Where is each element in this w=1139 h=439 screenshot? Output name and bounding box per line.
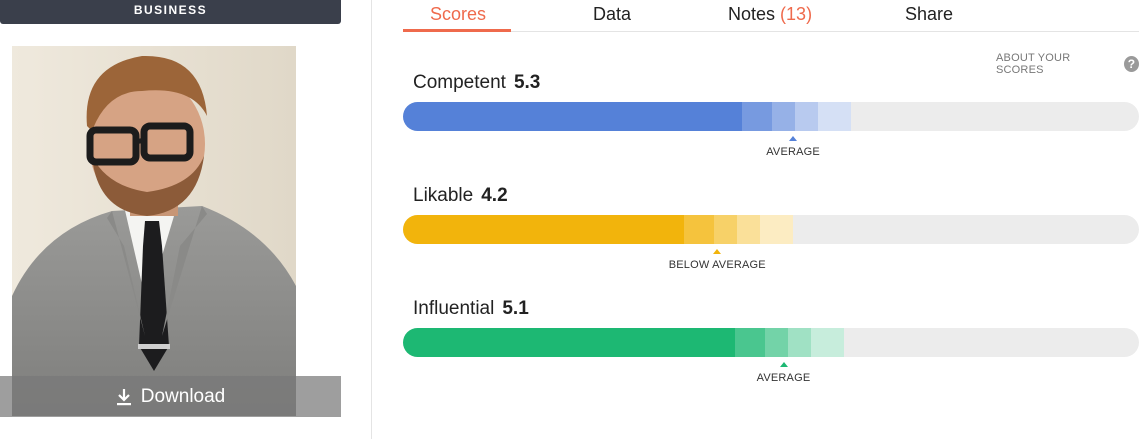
profile-panel: BUSINESS Download [0, 0, 372, 439]
tab-share-label: Share [905, 4, 954, 24]
active-tab-indicator [403, 29, 511, 32]
tab-share[interactable]: Share [905, 4, 953, 32]
score-bar-range-segment [737, 215, 761, 244]
score-bar-range-segment [771, 102, 795, 131]
average-marker [713, 249, 722, 254]
tab-bar: Scores Data Notes (13) Share [403, 0, 1139, 32]
score-value: 4.2 [481, 185, 508, 206]
score-bar-range-segment [760, 215, 794, 244]
score-value: 5.3 [513, 72, 541, 93]
profile-photo [12, 46, 296, 416]
score-bar-range-segment [764, 328, 788, 357]
download-icon [116, 388, 132, 406]
score-bar-range-segment [794, 102, 818, 131]
score-value: 5.1 [502, 298, 529, 319]
score-bar-range-segment [734, 328, 765, 357]
average-marker [789, 136, 798, 141]
average-marker-label: AVERAGE [766, 146, 820, 158]
tab-data[interactable]: Data [593, 4, 631, 32]
score-title: Influential 5.1 [413, 298, 529, 320]
average-marker [779, 362, 788, 367]
score-bar-fill [403, 215, 685, 244]
score-title: Likable 4.2 [413, 185, 508, 207]
average-marker-label: AVERAGE [756, 372, 811, 384]
score-bar-range-segment [684, 215, 715, 244]
tab-scores-label: Scores [430, 4, 487, 24]
score-name: Likable [413, 185, 474, 206]
score-bar-range-segment [714, 215, 738, 244]
help-icon: ? [1124, 56, 1139, 72]
score-bar-range-segment [817, 102, 851, 131]
download-button[interactable]: Download [0, 376, 341, 417]
score-bar-range-segment [810, 328, 844, 357]
notes-count-badge: (13) [780, 4, 813, 24]
tab-scores[interactable]: Scores [430, 4, 486, 32]
tab-notes[interactable]: Notes (13) [728, 4, 812, 32]
score-bar-fill [403, 102, 742, 131]
average-marker-label: BELOW AVERAGE [668, 259, 766, 271]
score-bar [403, 328, 1139, 357]
about-scores-link[interactable]: ABOUT YOUR SCORES ? [996, 52, 1139, 76]
score-bar [403, 215, 1139, 244]
score-bar-fill [403, 328, 735, 357]
score-name: Competent [413, 72, 506, 93]
download-label: Download [140, 385, 226, 407]
score-bar [403, 102, 1139, 131]
score-name: Influential [413, 298, 495, 319]
score-title: Competent 5.3 [413, 72, 540, 94]
tab-data-label: Data [593, 4, 632, 24]
category-banner: BUSINESS [0, 0, 341, 24]
score-bar-range-segment [787, 328, 811, 357]
score-bar-range-segment [741, 102, 772, 131]
tab-notes-label: Notes [728, 4, 776, 24]
about-scores-label: ABOUT YOUR SCORES [996, 52, 1071, 76]
